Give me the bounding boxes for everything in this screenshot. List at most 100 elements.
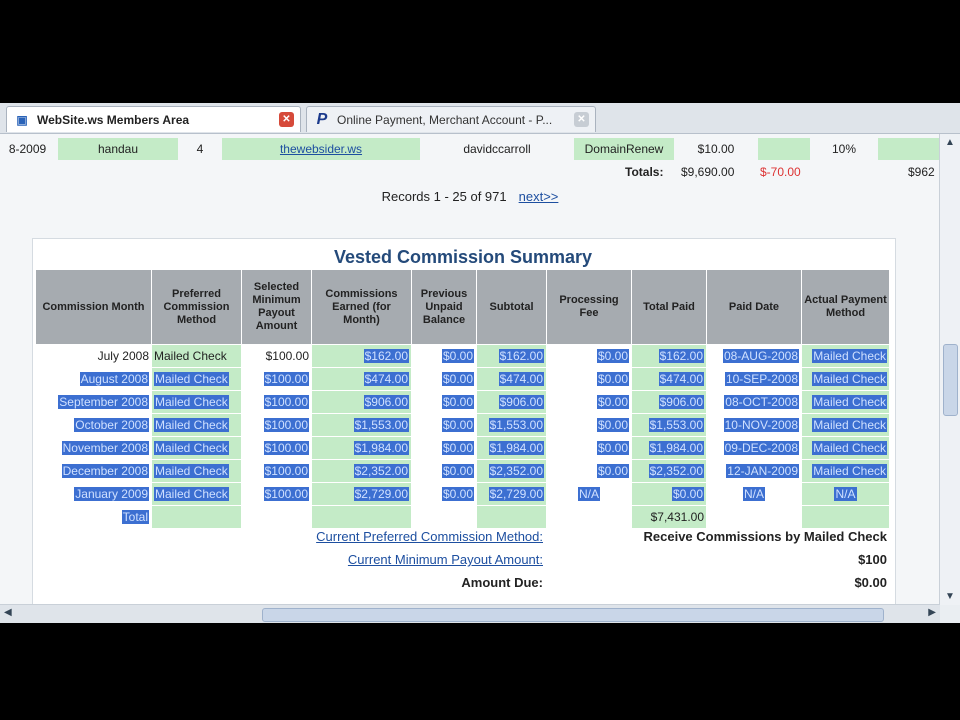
vertical-scrollbar[interactable]: ▲ ▼ (939, 134, 960, 605)
cell-text: $906.00 (363, 395, 409, 409)
domain-link[interactable]: thewebsider.ws (222, 138, 420, 160)
cell-earned: $1,984.00 (311, 436, 412, 460)
column-header: Preferred Commission Method (151, 269, 242, 345)
scroll-down-icon[interactable]: ▼ (945, 591, 955, 602)
column-header: Actual Payment Method (801, 269, 890, 345)
cell-text: $906.00 (498, 395, 544, 409)
close-icon[interactable]: ✕ (574, 112, 589, 127)
cell-text: $162.00 (658, 349, 704, 363)
scroll-thumb[interactable] (262, 608, 884, 622)
cell-text: $0.00 (596, 395, 629, 409)
cell-month: July 2008 (35, 344, 152, 368)
column-header: Commissions Earned (for Month) (311, 269, 412, 345)
cell-amount: $10.00 (697, 142, 735, 156)
column-header: Total Paid (631, 269, 707, 345)
cell-prev: $0.00 (411, 367, 477, 391)
cell-text: Mailed Check (812, 372, 887, 386)
cell-earned: $474.00 (311, 367, 412, 391)
cell-date: 09-DEC-2008 (706, 436, 802, 460)
cell-text: Mailed Check (154, 464, 229, 478)
cell-text: July 2008 (97, 349, 149, 363)
cell-percent: 10% (831, 142, 857, 156)
scroll-right-icon[interactable]: ▶ (928, 607, 936, 618)
cell-text: 08-OCT-2008 (724, 395, 799, 409)
cell-method: Mailed Check (151, 459, 242, 483)
totals-negative: $-70.00 (760, 165, 801, 179)
totals-label: Totals: (625, 165, 664, 179)
table-row: 8-2009 handau 4 thewebsider.ws davidccar… (0, 138, 940, 160)
cell-min: $100.00 (241, 482, 312, 506)
scroll-thumb[interactable] (943, 344, 958, 416)
totals-amount: $9,690.00 (681, 165, 735, 179)
cell-text: Mailed Check (812, 464, 887, 478)
scroll-up-icon[interactable]: ▲ (945, 137, 955, 148)
cell-month: January 2009 (35, 482, 152, 506)
cell-min: $100.00 (241, 367, 312, 391)
table-row: September 2008 Mailed Check $100.00 $906… (35, 390, 890, 414)
commission-table: Commission Month Preferred Commission Me… (35, 269, 890, 529)
cell-text: $0.00 (596, 464, 629, 478)
tab-label: Online Payment, Merchant Account - P... (337, 112, 553, 127)
tab-online-payment[interactable]: P Online Payment, Merchant Account - P..… (306, 106, 596, 132)
cell-text: $474.00 (363, 372, 409, 386)
cell-text: $100.00 (263, 395, 309, 409)
cell-prev: $0.00 (411, 436, 477, 460)
cell-date: 08-OCT-2008 (706, 390, 802, 414)
scroll-left-icon[interactable]: ◀ (4, 607, 12, 618)
cell-prev: $0.00 (411, 344, 477, 368)
min-payout-label[interactable]: Current Minimum Payout Amount: (348, 552, 543, 567)
cell-product: DomainRenew (574, 138, 674, 160)
cell-date: 8-2009 (8, 142, 47, 156)
cell-text: $2,729.00 (488, 487, 544, 501)
close-icon[interactable]: ✕ (279, 112, 294, 127)
cell-text: $1,553.00 (648, 418, 704, 432)
tab-members-area[interactable]: ▣ WebSite.ws Members Area ✕ (6, 106, 301, 132)
cell-empty (801, 505, 890, 529)
cell-paid: $2,352.00 (631, 459, 707, 483)
cell-min: $100.00 (241, 344, 312, 368)
cell-empty (411, 505, 477, 529)
cell-text: Mailed Check (812, 395, 887, 409)
cell-text: $0.00 (441, 418, 474, 432)
cell-empty (241, 505, 312, 529)
cell-text: Mailed Check (812, 418, 887, 432)
summary-title: Vested Commission Summary (333, 247, 593, 267)
cell-text: $0.00 (596, 349, 629, 363)
preferred-method-label[interactable]: Current Preferred Commission Method: (316, 529, 543, 544)
cell-text: 09-DEC-2008 (723, 441, 799, 455)
amount-due-label: Amount Due: (461, 575, 543, 590)
cell-text: $100.00 (263, 464, 309, 478)
cell-text: December 2008 (61, 464, 149, 478)
cell-earned: $906.00 (311, 390, 412, 414)
cell-subtotal: $1,984.00 (476, 436, 547, 460)
tab-label: WebSite.ws Members Area (37, 112, 190, 127)
cell-min: $100.00 (241, 390, 312, 414)
cell-text: N/A (834, 487, 857, 501)
commission-summary-panel: Vested Commission Summary Commission Mon… (32, 238, 896, 605)
cell-text: October 2008 (74, 418, 149, 432)
cell-fee: $0.00 (546, 367, 632, 391)
cell-text: $1,553.00 (353, 418, 409, 432)
tab-bar: ▣ WebSite.ws Members Area ✕ P Online Pay… (0, 103, 960, 134)
cell-text: $2,352.00 (488, 464, 544, 478)
totals-trail: $962 (908, 165, 935, 179)
next-link[interactable]: next>> (519, 189, 559, 204)
records-count: Records 1 - 25 of 971 (381, 189, 507, 204)
horizontal-scrollbar[interactable]: ◀ ▶ (0, 604, 940, 623)
cell-text: $100.00 (263, 441, 309, 455)
cell-text: Mailed Check (154, 372, 229, 386)
cell-text: $0.00 (441, 349, 474, 363)
total-row: Total $7,431.00 (35, 505, 890, 529)
cell-actual: Mailed Check (801, 436, 890, 460)
cell-earned: $162.00 (311, 344, 412, 368)
cell-text: Total (121, 510, 149, 524)
cell-min: $100.00 (241, 413, 312, 437)
cell-prev: $0.00 (411, 390, 477, 414)
table-row: October 2008 Mailed Check $100.00 $1,553… (35, 413, 890, 437)
cell-user: handau (58, 138, 178, 160)
min-payout-value: $100 (858, 552, 887, 567)
cell-text: Mailed Check (812, 349, 887, 363)
cell-text: $0.00 (441, 441, 474, 455)
column-header: Subtotal (476, 269, 547, 345)
cell-empty (706, 505, 802, 529)
